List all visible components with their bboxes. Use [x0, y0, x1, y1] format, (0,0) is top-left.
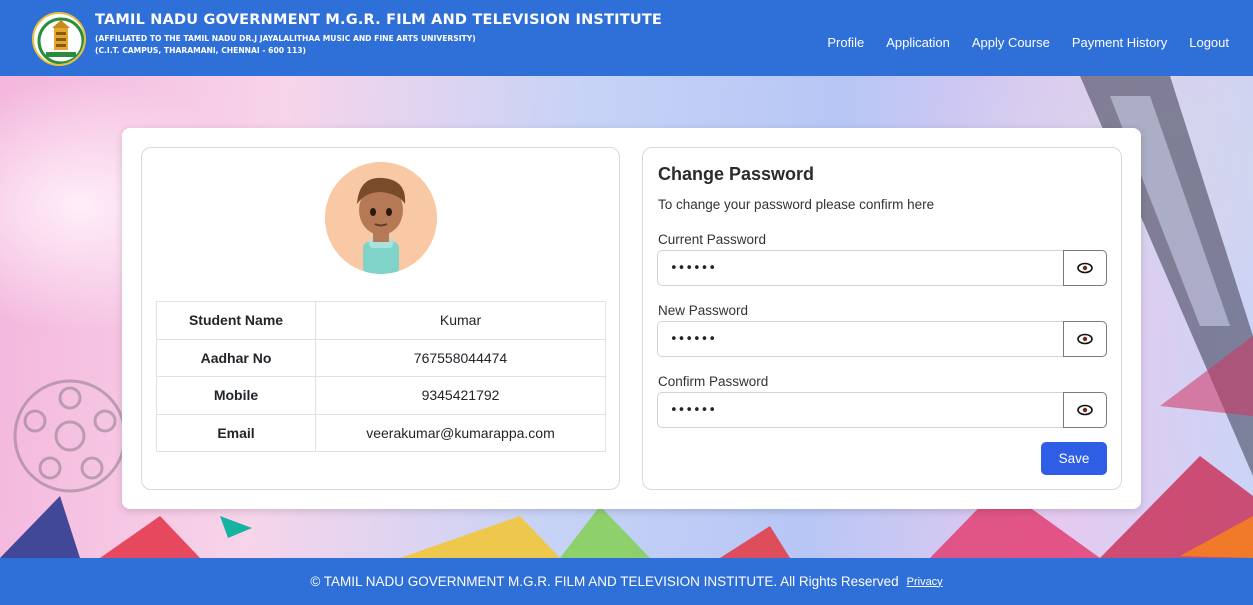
eye-icon [1077, 262, 1093, 274]
eye-icon [1077, 333, 1093, 345]
student-name-value: Kumar [315, 301, 606, 340]
save-button[interactable]: Save [1041, 442, 1107, 475]
table-row: Aadhar No 767558044474 [156, 338, 606, 377]
mobile-value: 9345421792 [315, 376, 606, 415]
tamil-nadu-emblem-logo [32, 12, 86, 66]
top-header: TAMIL NADU GOVERNMENT M.G.R. FILM AND TE… [0, 0, 1253, 76]
confirm-password-input[interactable] [657, 392, 1063, 428]
nav-application[interactable]: Application [886, 35, 950, 50]
institute-affiliation: (AFFILIATED TO THE TAMIL NADU DR.J JAYAL… [95, 34, 476, 43]
current-password-input[interactable] [657, 250, 1063, 286]
change-password-subtitle: To change your password please confirm h… [658, 197, 935, 212]
confirm-password-group [657, 392, 1107, 428]
new-password-label: New Password [658, 303, 749, 318]
main-nav: Profile Application Apply Course Payment… [827, 35, 1229, 50]
footer-copyright: © TAMIL NADU GOVERNMENT M.G.R. FILM AND … [310, 574, 899, 589]
current-password-group [657, 250, 1107, 286]
email-label: Email [156, 413, 316, 452]
new-password-input[interactable] [657, 321, 1063, 357]
nav-profile[interactable]: Profile [827, 35, 864, 50]
change-password-title: Change Password [658, 164, 815, 184]
student-info-panel: Student Name Kumar Aadhar No 76755804447… [141, 147, 620, 490]
nav-payment-history[interactable]: Payment History [1072, 35, 1167, 50]
toggle-new-password-button[interactable] [1063, 321, 1107, 357]
table-row: Student Name Kumar [156, 301, 606, 340]
toggle-confirm-password-button[interactable] [1063, 392, 1107, 428]
institute-address: (C.I.T. CAMPUS, THARAMANI, CHENNAI - 600… [95, 46, 306, 55]
eye-icon [1077, 404, 1093, 416]
change-password-panel: Change Password To change your password … [642, 147, 1122, 490]
aadhar-value: 767558044474 [315, 338, 606, 377]
confirm-password-label: Confirm Password [658, 374, 769, 389]
email-value: veerakumar@kumarappa.com [315, 413, 606, 452]
aadhar-label: Aadhar No [156, 338, 316, 377]
privacy-link[interactable]: Privacy [907, 576, 943, 588]
nav-logout[interactable]: Logout [1189, 35, 1229, 50]
student-avatar [325, 162, 437, 274]
student-name-label: Student Name [156, 301, 316, 340]
current-password-label: Current Password [658, 232, 767, 247]
table-row: Email veerakumar@kumarappa.com [156, 413, 606, 452]
new-password-group [657, 321, 1107, 357]
profile-card: Student Name Kumar Aadhar No 76755804447… [122, 128, 1141, 509]
nav-apply-course[interactable]: Apply Course [972, 35, 1050, 50]
page-footer: © TAMIL NADU GOVERNMENT M.G.R. FILM AND … [0, 558, 1253, 605]
student-info-table: Student Name Kumar Aadhar No 76755804447… [156, 301, 606, 452]
mobile-label: Mobile [156, 376, 316, 415]
toggle-current-password-button[interactable] [1063, 250, 1107, 286]
institute-title: TAMIL NADU GOVERNMENT M.G.R. FILM AND TE… [95, 12, 663, 28]
table-row: Mobile 9345421792 [156, 376, 606, 415]
